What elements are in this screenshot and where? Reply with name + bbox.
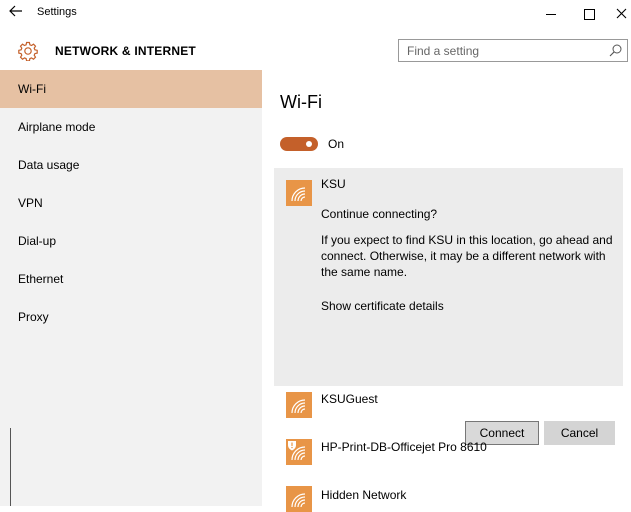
sidebar-item-data-usage[interactable]: Data usage	[0, 146, 262, 184]
wifi-signal-icon[interactable]	[286, 486, 312, 512]
toggle-knob	[306, 141, 312, 147]
gear-icon	[18, 41, 38, 61]
sidebar-item-wifi[interactable]: Wi-Fi	[0, 70, 262, 108]
sidebar-item-dial-up[interactable]: Dial-up	[0, 222, 262, 260]
sidebar-item-proxy[interactable]: Proxy	[0, 298, 262, 336]
page-title: Wi-Fi	[280, 92, 322, 112]
network-name[interactable]: HP-Print-DB-Officejet Pro 8610	[321, 440, 487, 454]
minimize-button[interactable]	[538, 3, 564, 25]
title-bar: Settings	[0, 0, 631, 32]
network-name: KSU	[321, 177, 346, 191]
wifi-warning-icon[interactable]	[286, 439, 312, 465]
wifi-toggle-label: On	[328, 137, 345, 151]
network-message-line: connect. Otherwise, it may be a differen…	[321, 249, 606, 263]
network-card-expanded[interactable]: KSU Continue connecting? If you expect t…	[274, 168, 623, 445]
divider	[10, 428, 11, 506]
section-title: NETWORK & INTERNET	[55, 44, 196, 58]
search-box[interactable]	[398, 39, 628, 62]
maximize-icon	[583, 9, 595, 20]
wifi-signal-icon	[286, 180, 312, 206]
show-certificate-details-link[interactable]: Show certificate details	[321, 298, 444, 314]
search-input[interactable]	[407, 43, 602, 58]
sidebar-item-vpn[interactable]: VPN	[0, 184, 262, 222]
maximize-button[interactable]	[576, 3, 602, 25]
settings-header: NETWORK & INTERNET	[0, 36, 631, 68]
sidebar: Wi-Fi Airplane mode Data usage VPN Dial-…	[0, 70, 262, 506]
wifi-toggle[interactable]	[280, 137, 318, 151]
network-name[interactable]: Hidden Network	[321, 488, 406, 502]
search-icon[interactable]	[609, 44, 622, 57]
sidebar-item-ethernet[interactable]: Ethernet	[0, 260, 262, 298]
minimize-icon	[546, 14, 556, 15]
sidebar-item-airplane-mode[interactable]: Airplane mode	[0, 108, 262, 146]
settings-window: Settings NETWORK & INTERNET Wi-Fi Airpla…	[0, 0, 631, 512]
network-message-line: If you expect to find KSU in this locati…	[321, 233, 613, 247]
close-icon	[616, 8, 626, 19]
main-panel: Wi-Fi On KSU Continue connecting? If you…	[262, 70, 631, 512]
network-message-line: the same name.	[321, 265, 408, 279]
cancel-button[interactable]: Cancel	[544, 421, 615, 445]
window-title: Settings	[37, 6, 77, 18]
wifi-signal-icon[interactable]	[286, 392, 312, 418]
back-arrow-icon[interactable]	[5, 3, 27, 21]
close-button[interactable]	[608, 3, 631, 25]
connect-prompt: Continue connecting?	[321, 207, 438, 221]
network-name[interactable]: KSUGuest	[321, 392, 378, 406]
